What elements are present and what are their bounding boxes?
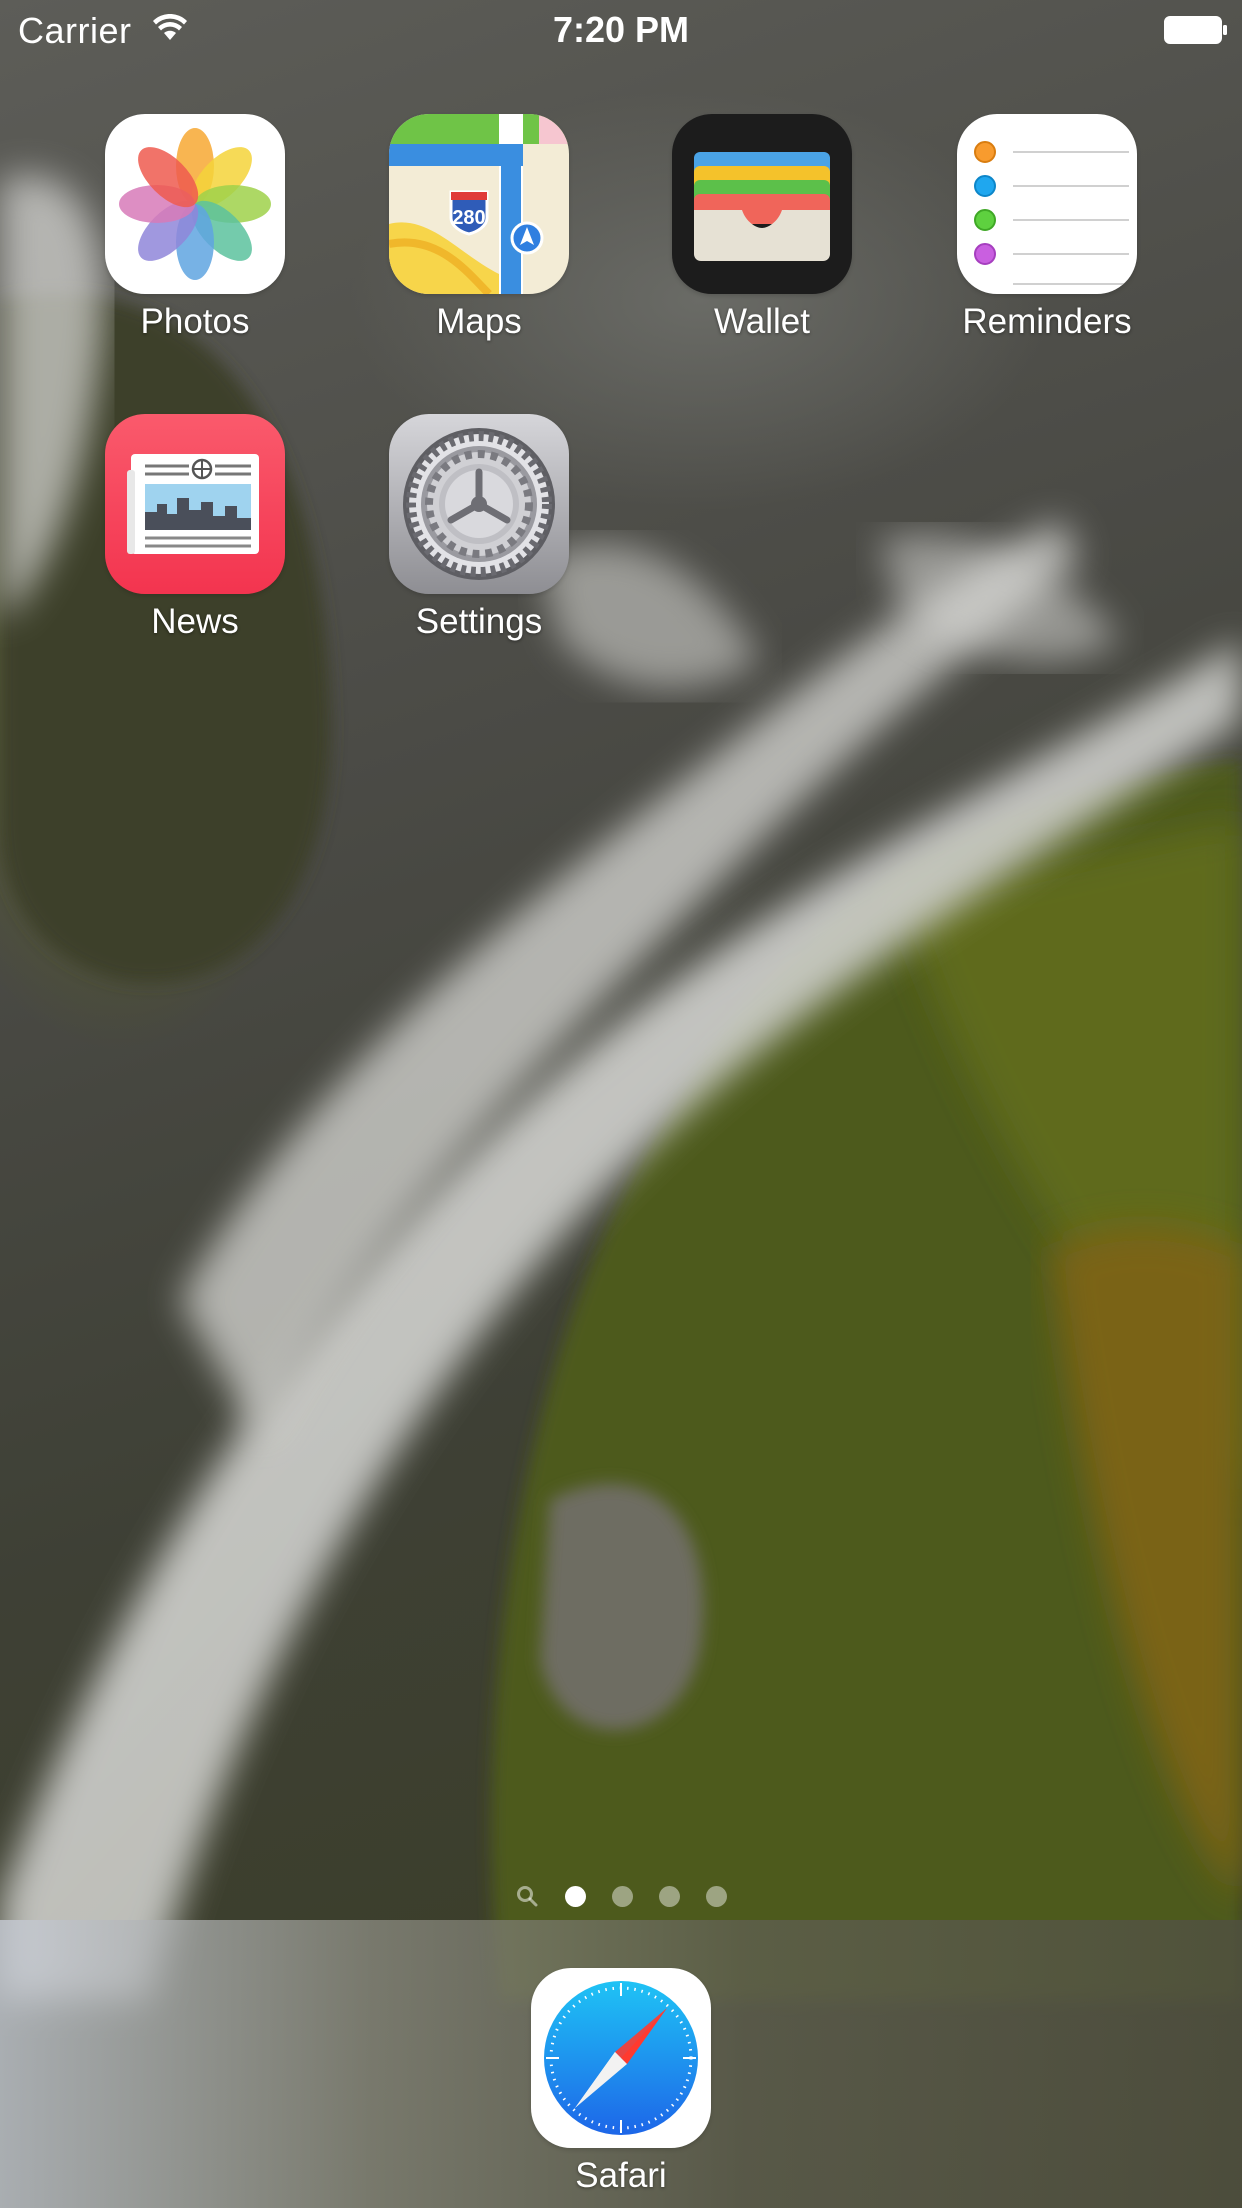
clock: 7:20 PM (552, 9, 690, 50)
page-indicator[interactable] (0, 1884, 1242, 1914)
page-dot-4[interactable] (706, 1885, 727, 1907)
route-shield-label: 280 (452, 207, 485, 229)
app-photos[interactable]: Photos (75, 114, 315, 344)
app-label: News (151, 602, 239, 641)
photos-icon (105, 114, 285, 294)
app-label: Reminders (962, 302, 1132, 341)
search-page-icon[interactable] (515, 1884, 539, 1908)
settings-icon (389, 414, 569, 594)
safari-icon (531, 1968, 711, 2148)
reminders-icon (957, 114, 1137, 294)
app-label: Wallet (714, 302, 810, 341)
page-dot-2[interactable] (612, 1885, 633, 1907)
app-settings[interactable]: Settings (359, 414, 599, 644)
app-label: Safari (575, 2156, 667, 2195)
app-reminders[interactable]: Reminders (927, 114, 1167, 344)
battery-icon (1164, 16, 1227, 44)
maps-icon: 280 (389, 114, 569, 294)
app-label: Settings (415, 602, 543, 641)
app-maps[interactable]: 280 Maps (359, 114, 599, 344)
news-icon (105, 414, 285, 594)
app-label: Maps (436, 302, 522, 341)
app-wallet[interactable]: Wallet (642, 114, 882, 344)
wallet-icon (672, 114, 852, 294)
page-dot-3[interactable] (659, 1885, 680, 1907)
app-label: Photos (140, 302, 250, 341)
app-news[interactable]: News (75, 414, 315, 644)
status-bar: Carrier 7:20 PM (0, 0, 1242, 60)
app-safari[interactable]: Safari (501, 1968, 741, 2198)
page-dot-1[interactable] (565, 1885, 586, 1907)
